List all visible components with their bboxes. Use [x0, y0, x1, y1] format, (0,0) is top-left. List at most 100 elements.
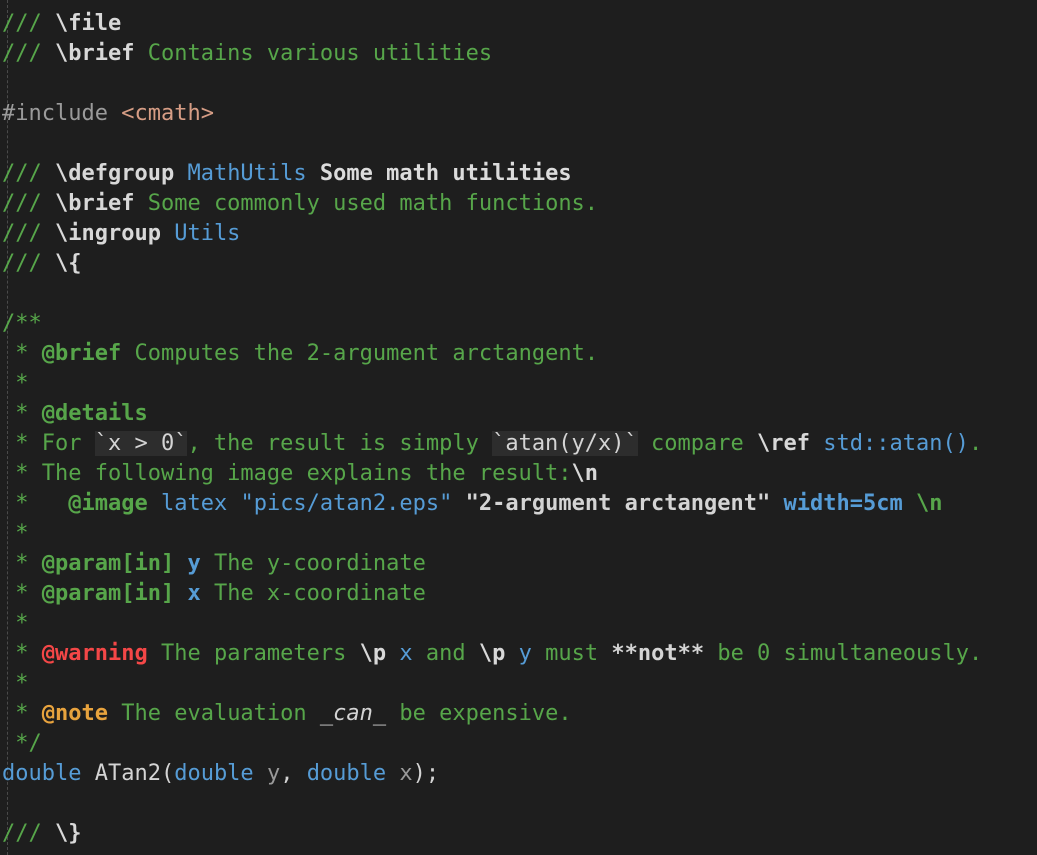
code-token: The x-coordinate: [200, 581, 426, 606]
code-token: Contains various utilities: [134, 41, 493, 66]
code-token: *: [2, 371, 29, 396]
code-token: be expensive.: [386, 701, 572, 726]
code-token: The y-coordinate: [200, 551, 426, 576]
code-token: @warning: [41, 641, 148, 666]
code-token: );: [412, 761, 440, 786]
code-line[interactable]: * @param[in] x The x-coordinate: [2, 579, 426, 609]
code-line[interactable]: * @image latex "pics/atan2.eps" "2-argum…: [2, 489, 942, 519]
code-token: _can_: [319, 701, 387, 726]
code-token: *: [2, 641, 42, 666]
code-token: x: [187, 581, 201, 606]
code-token: <cmath>: [121, 101, 214, 126]
code-token: *: [2, 581, 42, 606]
code-token: ///: [2, 221, 55, 246]
code-token: must: [531, 641, 612, 666]
code-token: ///: [2, 821, 55, 846]
code-line[interactable]: * @brief Computes the 2-argument arctang…: [2, 339, 598, 369]
code-token: \}: [54, 821, 82, 846]
code-line[interactable]: /// \file: [2, 9, 121, 39]
code-line[interactable]: /// \brief Some commonly used math funct…: [2, 189, 598, 219]
code-token: ///: [2, 161, 55, 186]
code-line[interactable]: * @note The evaluation _can_ be expensiv…: [2, 699, 572, 729]
code-token: ///: [2, 41, 55, 66]
code-line[interactable]: * For `x > 0`, the result is simply `ata…: [2, 429, 982, 459]
code-token: and: [412, 641, 479, 666]
code-token: \file: [54, 11, 122, 36]
code-line[interactable]: /// \defgroup MathUtils Some math utilit…: [2, 159, 572, 189]
code-line[interactable]: *: [2, 519, 29, 549]
code-line[interactable]: * @param[in] y The y-coordinate: [2, 549, 426, 579]
code-line[interactable]: * @details: [2, 399, 147, 429]
code-token: double: [174, 761, 254, 786]
code-token: * The following image explains the resul…: [2, 461, 572, 486]
code-token: /**: [2, 311, 42, 336]
code-token: \{: [54, 251, 82, 276]
code-line[interactable]: *: [2, 609, 28, 639]
code-token: y: [187, 551, 201, 576]
code-line[interactable]: * The following image explains the resul…: [2, 459, 598, 489]
code-token: \ref: [757, 431, 810, 456]
code-token: *: [2, 701, 42, 726]
code-line[interactable]: * @warning The parameters \p x and \p y …: [2, 639, 982, 669]
code-editor[interactable]: /// \file/// \brief Contains various uti…: [0, 0, 1037, 855]
code-token: , the result is simply: [187, 431, 493, 456]
code-token: Utils: [174, 221, 241, 246]
code-token: `atan(y/x)`: [492, 431, 638, 456]
code-token: std::atan(): [823, 431, 969, 456]
code-token: be 0 simultaneously.: [704, 641, 983, 666]
code-token: width=5cm: [783, 491, 903, 516]
code-token: \brief: [54, 41, 135, 66]
code-token: ATan2(: [81, 761, 175, 786]
code-line[interactable]: *: [2, 669, 29, 699]
code-token: @brief: [41, 341, 122, 366]
code-token: The parameters: [147, 641, 360, 666]
code-token: **not**: [611, 641, 705, 666]
code-token: @param[in]: [41, 581, 175, 606]
code-line[interactable]: /// \{: [2, 249, 81, 279]
code-token: *: [2, 521, 29, 546]
code-token: latex: [160, 491, 228, 516]
code-token: \p: [359, 641, 387, 666]
code-token: * For: [2, 431, 95, 456]
code-token: \brief: [54, 191, 135, 216]
code-token: *: [2, 401, 42, 426]
code-token: ,: [280, 761, 307, 786]
code-token: double: [2, 761, 82, 786]
code-line[interactable]: /// \ingroup Utils: [2, 219, 240, 249]
code-token: .: [968, 431, 983, 456]
code-token: Some math utilities: [306, 161, 572, 186]
code-token: `x > 0`: [94, 431, 188, 456]
code-line[interactable]: /// \brief Contains various utilities: [2, 39, 492, 69]
code-token: "pics/atan2.eps": [240, 491, 453, 516]
code-token: \defgroup: [54, 161, 175, 186]
code-line[interactable]: */: [2, 729, 42, 759]
code-token: double: [306, 761, 387, 786]
code-token: *: [2, 671, 29, 696]
code-token: \n: [915, 491, 943, 516]
code-line[interactable]: /**: [2, 309, 42, 339]
code-token: Computes the 2-argument arctangent.: [121, 341, 599, 366]
code-token: ///: [2, 11, 55, 36]
code-line[interactable]: double ATan2(double y, double x);: [2, 759, 439, 789]
code-token: @image: [68, 491, 148, 516]
code-line[interactable]: /// \}: [2, 819, 81, 849]
code-token: @param[in]: [41, 551, 175, 576]
code-line[interactable]: #include <cmath>: [2, 99, 214, 129]
code-token: The evaluation: [107, 701, 320, 726]
code-line[interactable]: *: [2, 369, 29, 399]
code-token: x: [399, 641, 413, 666]
code-token: y: [518, 641, 532, 666]
code-token: \p: [478, 641, 506, 666]
